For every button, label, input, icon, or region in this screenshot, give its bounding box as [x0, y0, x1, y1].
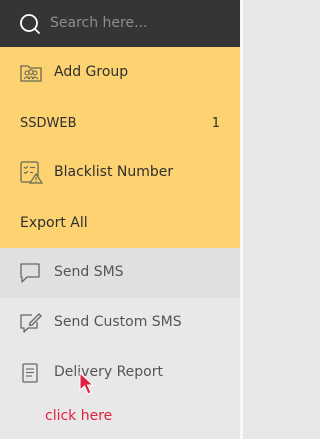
chat-bubble-icon: [20, 263, 40, 283]
nav-send-custom-sms[interactable]: Send Custom SMS: [0, 298, 240, 348]
group-item-ssdweb[interactable]: SSDWEB 1: [0, 98, 240, 148]
group-count-badge: 1: [211, 115, 220, 131]
export-all-item[interactable]: Export All: [0, 198, 240, 248]
cursor-arrow-icon: [79, 372, 95, 395]
group-name: SSDWEB: [20, 115, 77, 131]
right-edge-border: [240, 0, 243, 439]
document-icon: [22, 363, 38, 383]
search-bar: [0, 0, 240, 47]
search-icon[interactable]: [18, 12, 42, 36]
add-group-icon: [20, 65, 42, 82]
export-all-label: Export All: [20, 215, 88, 231]
click-here-annotation: click here: [45, 408, 113, 424]
blacklist-number-label: Blacklist Number: [54, 164, 174, 180]
send-custom-sms-label: Send Custom SMS: [54, 314, 182, 330]
blacklist-icon: [20, 161, 44, 184]
edit-message-icon: [20, 313, 42, 333]
send-sms-label: Send SMS: [54, 264, 124, 280]
nav-delivery-report[interactable]: Delivery Report: [0, 348, 240, 398]
add-group-label: Add Group: [54, 64, 129, 80]
search-input[interactable]: [50, 12, 230, 34]
add-group-item[interactable]: Add Group: [0, 47, 240, 97]
group-menu-panel: Add Group SSDWEB 1 Blacklist Number Expo…: [0, 47, 240, 248]
blacklist-number-item[interactable]: Blacklist Number: [0, 147, 240, 197]
delivery-report-label: Delivery Report: [54, 364, 163, 380]
nav-send-sms[interactable]: Send SMS: [0, 248, 240, 298]
